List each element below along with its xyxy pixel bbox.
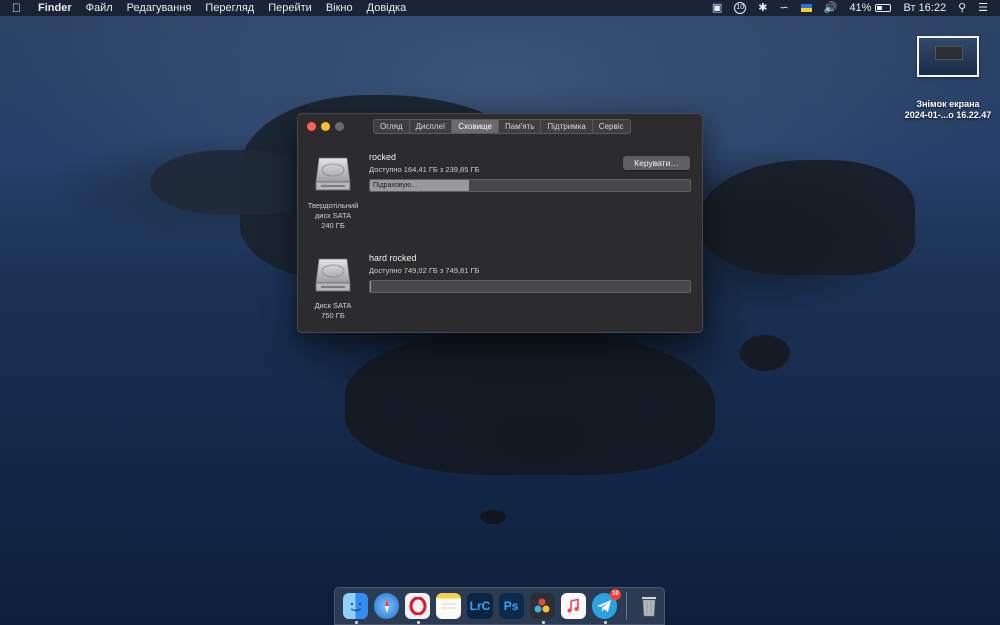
clock[interactable]: Вт 16:22	[897, 0, 952, 16]
telegram-status-icon[interactable]: 10	[728, 2, 752, 14]
manage-button[interactable]: Керувати…	[623, 156, 690, 170]
tab-overview[interactable]: Огляд	[374, 120, 410, 133]
battery-status[interactable]: 41%	[843, 0, 897, 16]
volume-name: rocked	[369, 152, 397, 162]
menu-help[interactable]: Довідка	[360, 0, 414, 16]
menu-view[interactable]: Перегляд	[198, 0, 261, 16]
tab-storage[interactable]: Сховище	[452, 120, 499, 133]
tab-bar: Огляд Дисплеї Сховище Пам'ять Підтримка …	[373, 119, 631, 134]
wallpaper-island	[700, 160, 915, 275]
wallpaper-island	[345, 330, 715, 475]
menu-file[interactable]: Файл	[79, 0, 120, 16]
tab-displays[interactable]: Дисплеї	[410, 120, 453, 133]
dock-finder-icon[interactable]	[343, 593, 369, 624]
dock-ps-icon[interactable]: Ps	[498, 593, 524, 619]
tab-memory[interactable]: Пам'ять	[499, 120, 542, 133]
wallpaper-island	[480, 510, 506, 524]
spotlight-search-icon[interactable]: ⚲	[952, 0, 972, 16]
menu-window[interactable]: Вікно	[319, 0, 360, 16]
telegram-status-badge: 10	[734, 2, 747, 14]
file-label: Знімок екрана 2024-01-...о 16.22.47	[898, 99, 998, 121]
file-label-line1: Знімок екрана	[916, 99, 980, 109]
minimize-button[interactable]	[321, 122, 330, 131]
wallpaper-island	[740, 335, 790, 371]
hdd-disk-icon	[315, 258, 351, 292]
close-button[interactable]	[307, 122, 316, 131]
dock-trash-icon[interactable]	[636, 593, 661, 619]
dock-separator	[625, 592, 627, 620]
dock-notes-icon[interactable]	[436, 593, 462, 619]
storage-usage-bar: Підраховую…	[369, 179, 691, 192]
volume-name: hard rocked	[369, 253, 417, 263]
dock-music-icon[interactable]	[560, 593, 586, 619]
volume-available: Доступно 164,41 ГБ з 239,85 ГБ	[369, 165, 480, 174]
about-this-mac-window: Огляд Дисплеї Сховище Пам'ять Підтримка …	[297, 113, 703, 333]
bluetooth-icon[interactable]: ✱	[752, 0, 773, 16]
storage-bar-status: Підраховую…	[373, 182, 419, 189]
disk-caption: Диск SATA 750 ГБ	[298, 301, 368, 321]
running-indicator	[417, 621, 421, 624]
screenshot-thumbnail	[917, 36, 979, 77]
menu-bar:  Finder Файл Редагування Перегляд Перей…	[0, 0, 1000, 16]
apple-menu-icon[interactable]: 	[0, 0, 31, 16]
volume-icon[interactable]: 🔊	[818, 0, 844, 16]
dock-safari-icon[interactable]	[374, 593, 400, 619]
lrc-label: LrC	[469, 599, 491, 613]
input-source-flag-icon[interactable]	[795, 4, 818, 12]
tab-service[interactable]: Сервіс	[593, 120, 630, 133]
menu-app-name[interactable]: Finder	[31, 0, 79, 16]
dock: LrC Ps 10	[334, 587, 665, 625]
disk-caption-line: Твердотільний	[307, 201, 359, 210]
battery-icon	[875, 4, 892, 12]
battery-percent: 41%	[849, 2, 872, 14]
dock-lrc-icon[interactable]: LrC	[467, 593, 493, 619]
dock-telegram-icon[interactable]: 10	[591, 589, 621, 624]
disk-caption-line: диск SATA	[314, 211, 352, 220]
wallpaper-island	[150, 150, 300, 215]
disk-caption: Твердотільний диск SATA 240 ГБ	[298, 201, 368, 231]
volume-available: Доступно 749,02 ГБ з 749,81 ГБ	[369, 266, 480, 275]
running-indicator	[355, 621, 358, 624]
running-indicator	[603, 621, 607, 624]
zoom-button[interactable]	[335, 122, 344, 131]
telegram-badge: 10	[609, 589, 621, 600]
control-center-icon[interactable]: ☰	[972, 0, 994, 16]
menu-edit[interactable]: Редагування	[120, 0, 199, 16]
storage-usage-bar	[369, 280, 691, 293]
screen-record-icon[interactable]: ▣	[706, 0, 728, 16]
tab-support[interactable]: Підтримка	[541, 120, 593, 133]
dock-opera-icon[interactable]	[405, 593, 431, 624]
desktop-screenshot-file[interactable]: Знімок екрана 2024-01-...о 16.22.47	[898, 36, 998, 121]
file-label-line2: 2024-01-...о 16.22.47	[904, 110, 992, 120]
dock-davinci-icon[interactable]	[529, 593, 555, 624]
ps-label: Ps	[503, 599, 519, 613]
ssd-disk-icon	[315, 157, 351, 191]
menu-go[interactable]: Перейти	[261, 0, 319, 16]
disk-caption-line: 750 ГБ	[321, 311, 345, 320]
wifi-icon[interactable]: ∽	[774, 0, 795, 16]
running-indicator	[541, 621, 545, 624]
disk-caption-line: Диск SATA	[314, 301, 352, 310]
disk-caption-line: 240 ГБ	[321, 221, 345, 230]
window-controls	[307, 122, 349, 131]
